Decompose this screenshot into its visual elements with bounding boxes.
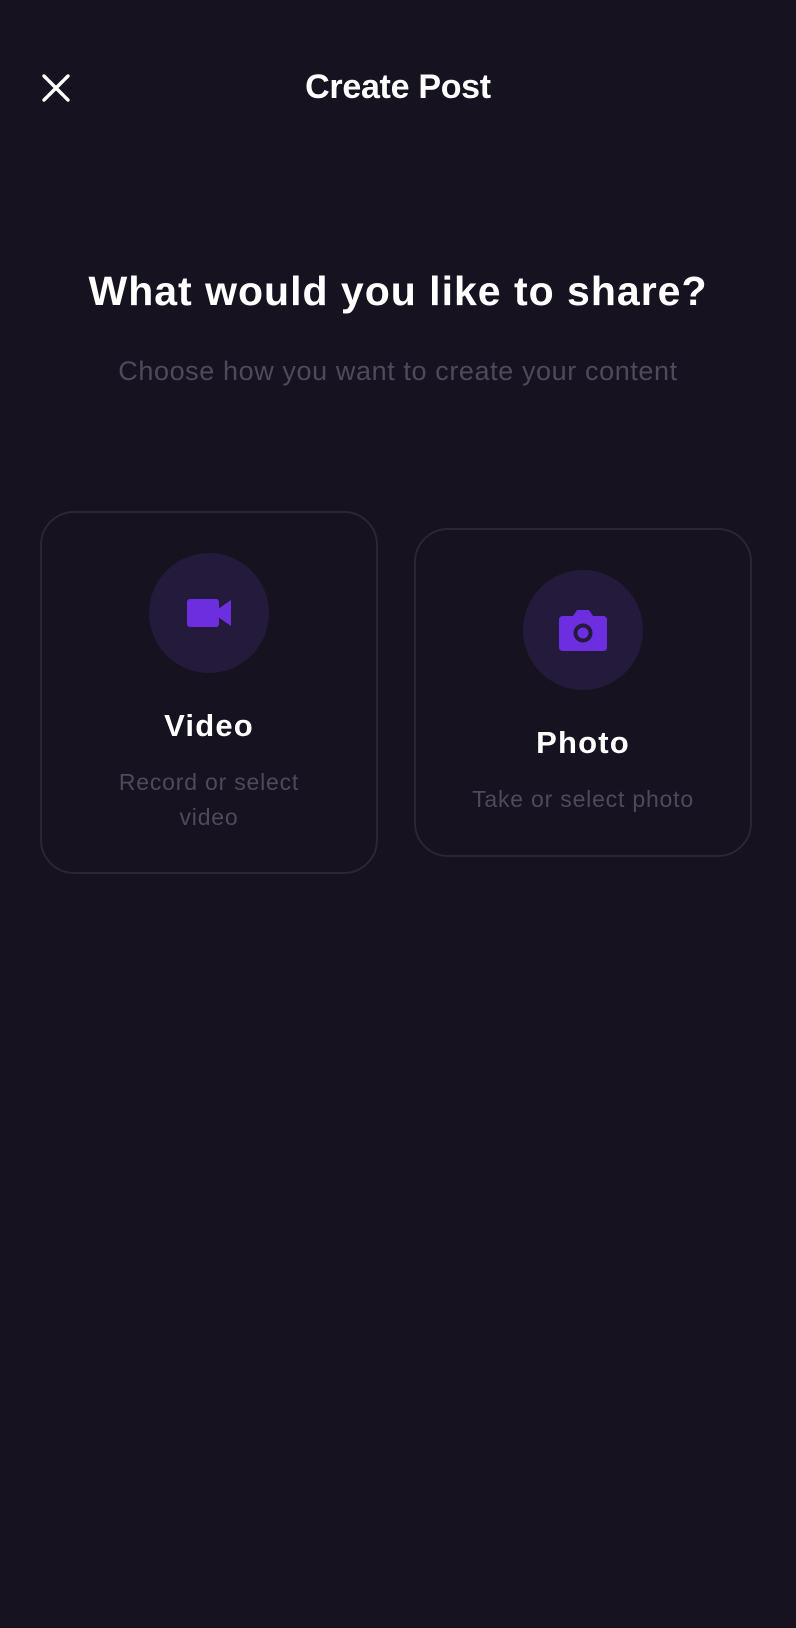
photo-icon-circle (523, 570, 643, 690)
video-option-description: Record or select video (118, 769, 300, 830)
video-option-label: Video (164, 708, 254, 743)
camera-icon (559, 610, 607, 651)
video-icon-circle (149, 553, 269, 673)
photo-option-card[interactable]: Photo Take or select photo (414, 528, 752, 857)
prompt-subheading: Choose how you want to create your conte… (118, 356, 678, 386)
photo-option-description: Take or select photo (472, 786, 694, 812)
video-camera-icon (187, 599, 231, 627)
video-option-card[interactable]: Video Record or select video (40, 511, 378, 874)
prompt-heading: What would you like to share? (88, 268, 708, 314)
top-bar: Create Post (0, 0, 796, 180)
photo-option-label: Photo (536, 725, 630, 760)
page-title: Create Post (305, 68, 491, 106)
